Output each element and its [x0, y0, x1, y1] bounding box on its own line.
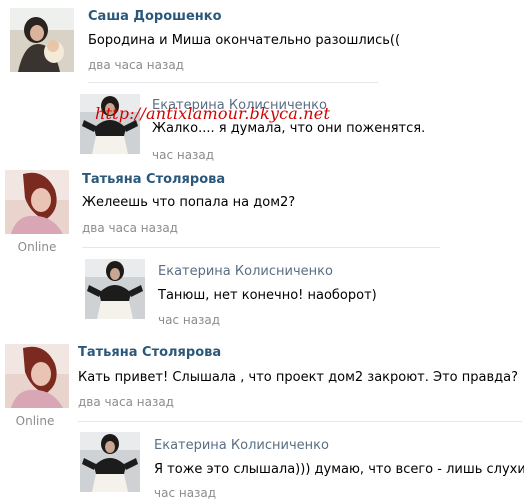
- comment-author[interactable]: Екатерина Колисниченко: [158, 264, 333, 279]
- comment-author[interactable]: Татьяна Столярова: [82, 172, 225, 187]
- online-status: Online: [17, 240, 57, 254]
- separator: [88, 82, 378, 83]
- comment-time[interactable]: два часа назад: [88, 58, 184, 72]
- comment-text: Кать привет! Слышала , что проект дом2 з…: [78, 370, 518, 385]
- comment-text: Жалко.... я думала, что они поженятся.: [152, 121, 426, 136]
- comment-author[interactable]: Саша Дорошенко: [88, 9, 222, 24]
- separator: [82, 247, 440, 248]
- comment-time[interactable]: два часа назад: [82, 221, 178, 235]
- comment-text: Танюш, нет конечно! наоборот): [158, 288, 377, 303]
- comment-author[interactable]: Татьяна Столярова: [78, 345, 221, 360]
- online-status: Online: [15, 414, 55, 428]
- watermark: http://antixlamour.bkyca.net: [95, 104, 331, 123]
- avatar-ekaterina[interactable]: [85, 259, 145, 319]
- comment-text: Бородина и Миша окончательно разошлись((: [88, 33, 401, 48]
- comment-text: Я тоже это слышала))) думаю, что всего -…: [154, 462, 524, 477]
- comment-time[interactable]: час назад: [154, 486, 216, 500]
- comment-time[interactable]: два часа назад: [78, 395, 174, 409]
- comment-text: Желеешь что попала на дом2?: [82, 195, 296, 210]
- comment-time[interactable]: час назад: [158, 313, 220, 327]
- avatar-tatiana[interactable]: [5, 344, 69, 408]
- avatar-tatiana[interactable]: [5, 170, 69, 234]
- avatar-ekaterina[interactable]: [80, 432, 140, 492]
- avatar-ekaterina[interactable]: [80, 94, 140, 154]
- separator: [78, 421, 522, 422]
- comment-time[interactable]: час назад: [152, 148, 214, 162]
- comment-author[interactable]: Екатерина Колисниченко: [154, 438, 329, 453]
- avatar-sasha[interactable]: [10, 8, 74, 72]
